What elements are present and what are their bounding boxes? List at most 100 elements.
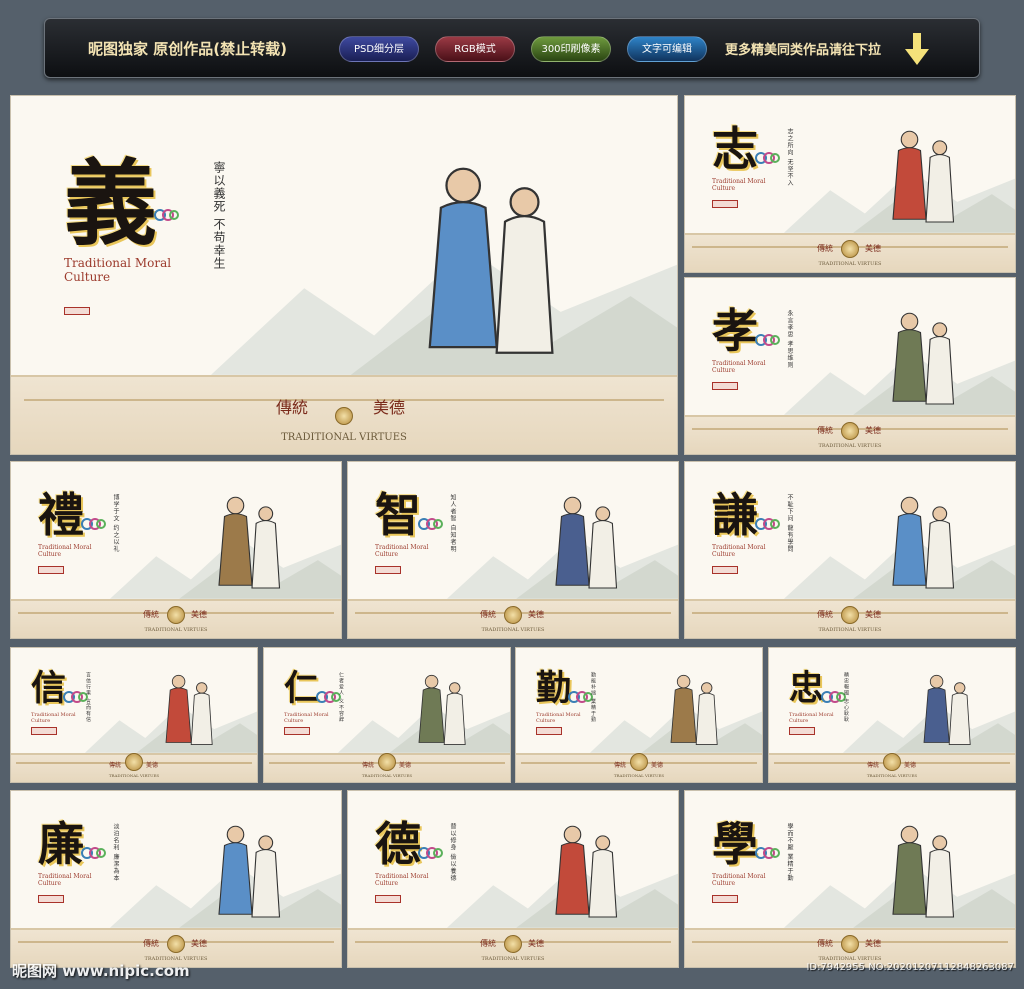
virtue-medallion-icon xyxy=(167,934,185,953)
virtue-character: 信 xyxy=(31,668,67,709)
motto-left: 傳統 xyxy=(480,939,496,949)
poster-card[interactable]: 謙 Traditional Moral Culture 不耻下问 龍有學問 傳統… xyxy=(684,461,1016,639)
motto-left: 傳統 xyxy=(143,939,159,949)
motto-right: 美德 xyxy=(865,244,881,254)
traditional-virtues-caption: TRADITIONAL VIRTUES xyxy=(818,955,882,962)
motto-left: 傳統 xyxy=(817,610,833,620)
motto-left: 傳統 xyxy=(817,426,833,436)
traditional-virtues-caption: TRADITIONAL VIRTUES xyxy=(818,442,882,449)
english-subtitle: Traditional Moral Culture xyxy=(536,712,581,724)
virtue-medallion-icon xyxy=(504,934,522,953)
motto-right: 美德 xyxy=(904,761,917,769)
traditional-virtues-caption: TRADITIONAL VIRTUES xyxy=(613,772,665,778)
motto-left: 傳統 xyxy=(817,939,833,949)
english-subtitle: Traditional Moral Culture xyxy=(712,544,766,559)
poster-card[interactable]: 智 Traditional Moral Culture 知人者智 自知者明 傳統… xyxy=(347,461,679,639)
english-subtitle: Traditional Moral Culture xyxy=(284,712,329,724)
motto-right: 美德 xyxy=(528,939,544,949)
figure-illustration xyxy=(428,167,554,355)
red-seal-stamp xyxy=(38,566,64,574)
motto-right: 美德 xyxy=(373,398,406,418)
poster-card[interactable]: 廉 Traditional Moral Culture 淡泊名利 廉潔為本 傳統… xyxy=(10,790,342,968)
virtue-medallion-icon xyxy=(841,239,859,258)
red-seal-stamp xyxy=(712,895,738,903)
virtue-character: 德 xyxy=(375,817,421,871)
poster-card[interactable]: 忠 Traditional Moral Culture 精忠報國 忠心耿耿 傳統… xyxy=(768,647,1016,783)
motto-left: 傳統 xyxy=(276,398,309,418)
figure-illustration xyxy=(218,825,281,918)
motto-left: 傳統 xyxy=(109,761,122,769)
english-subtitle: Traditional Moral Culture xyxy=(375,873,429,888)
english-subtitle: Traditional Moral Culture xyxy=(712,178,766,193)
poster-card[interactable]: 孝 Traditional Moral Culture 永言孝思 孝思维则 傳統… xyxy=(684,277,1016,455)
red-seal-stamp xyxy=(31,727,57,735)
motto-right: 美德 xyxy=(865,426,881,436)
english-subtitle: Traditional Moral Culture xyxy=(712,873,766,888)
motto-right: 美德 xyxy=(865,939,881,949)
scroll-hint-label: 更多精美同类作品请往下拉 xyxy=(725,43,882,58)
badge-300dpi[interactable]: 300印刷像素 xyxy=(531,36,611,62)
motto-right: 美德 xyxy=(191,610,207,620)
figure-illustration xyxy=(892,496,955,589)
red-seal-stamp xyxy=(284,727,310,735)
red-seal-stamp xyxy=(375,895,401,903)
poster-card[interactable]: 德 Traditional Moral Culture 替以修身 儉以養德 傳統… xyxy=(347,790,679,968)
badge-rgb[interactable]: RGB模式 xyxy=(435,36,515,62)
vertical-motto: 淡泊名利 廉潔為本 xyxy=(112,823,119,882)
virtue-medallion-icon xyxy=(841,605,859,624)
motto-left: 傳統 xyxy=(614,761,627,769)
auspicious-cloud-icon xyxy=(81,518,106,530)
english-subtitle: Traditional Moral Culture xyxy=(64,256,172,285)
vertical-motto: 仁者爱人 义不容辞 xyxy=(338,672,344,723)
motto-right: 美德 xyxy=(651,761,664,769)
english-subtitle: Traditional Moral Culture xyxy=(375,544,429,559)
vertical-motto: 博学于文 约之以礼 xyxy=(112,494,119,553)
motto-right: 美德 xyxy=(528,610,544,620)
poster-card[interactable]: 仁 Traditional Moral Culture 仁者爱人 义不容辞 傳統… xyxy=(263,647,511,783)
english-subtitle: Traditional Moral Culture xyxy=(38,544,92,559)
poster-card[interactable]: 學 Traditional Moral Culture 學而不厭 業精于勤 傳統… xyxy=(684,790,1016,968)
figure-illustration xyxy=(892,825,955,918)
traditional-virtues-caption: TRADITIONAL VIRTUES xyxy=(144,626,208,633)
red-seal-stamp xyxy=(712,200,738,208)
figure-illustration xyxy=(892,312,955,405)
figure-illustration xyxy=(892,130,955,223)
poster-card[interactable]: 志 Traditional Moral Culture 志之所向 无坚不入 傳統… xyxy=(684,95,1016,273)
poster-card[interactable]: 信 Traditional Moral Culture 言信行果 言而有信 傳統… xyxy=(10,647,258,783)
figure-illustration xyxy=(218,496,281,589)
virtue-character: 智 xyxy=(375,488,421,542)
figure-illustration xyxy=(418,674,466,745)
virtue-character: 仁 xyxy=(284,668,320,709)
motto-left: 傳統 xyxy=(817,244,833,254)
watermark-site: 昵图网 www.nipic.com xyxy=(12,962,190,980)
auspicious-cloud-icon xyxy=(81,847,106,859)
motto-left: 傳統 xyxy=(480,610,496,620)
poster-card[interactable]: 義 Traditional Moral Culture 寧以義死 不苟幸生 傳統… xyxy=(10,95,678,455)
badge-editable-text[interactable]: 文字可编辑 xyxy=(627,36,707,62)
motto-right: 美德 xyxy=(191,939,207,949)
traditional-virtues-caption: TRADITIONAL VIRTUES xyxy=(866,772,918,778)
auspicious-cloud-icon xyxy=(755,152,780,164)
vertical-motto: 永言孝思 孝思维则 xyxy=(786,310,793,369)
virtue-character: 忠 xyxy=(789,668,825,709)
red-seal-stamp xyxy=(789,727,815,735)
poster-card[interactable]: 禮 Traditional Moral Culture 博学于文 约之以礼 傳統… xyxy=(10,461,342,639)
badge-psd[interactable]: PSD细分层 xyxy=(339,36,419,62)
brand-label: 昵图独家 原创作品(禁止转载) xyxy=(88,40,287,58)
auspicious-cloud-icon xyxy=(418,847,443,859)
virtue-character: 志 xyxy=(712,122,758,176)
figure-illustration xyxy=(555,825,618,918)
poster-card[interactable]: 勤 Traditional Moral Culture 勤能补拙 業精于勤 傳統… xyxy=(515,647,763,783)
english-subtitle: Traditional Moral Culture xyxy=(38,873,92,888)
vertical-motto: 寧以義死 不苟幸生 xyxy=(212,161,226,270)
auspicious-cloud-icon xyxy=(755,847,780,859)
auspicious-cloud-icon xyxy=(418,518,443,530)
motto-right: 美德 xyxy=(399,761,412,769)
virtue-character: 孝 xyxy=(712,304,758,358)
red-seal-stamp xyxy=(712,382,738,390)
arrow-down-icon[interactable] xyxy=(905,33,929,65)
virtue-character: 廉 xyxy=(38,817,84,871)
traditional-virtues-caption: TRADITIONAL VIRTUES xyxy=(361,772,413,778)
virtue-character: 謙 xyxy=(712,488,758,542)
vertical-motto: 知人者智 自知者明 xyxy=(449,494,456,553)
